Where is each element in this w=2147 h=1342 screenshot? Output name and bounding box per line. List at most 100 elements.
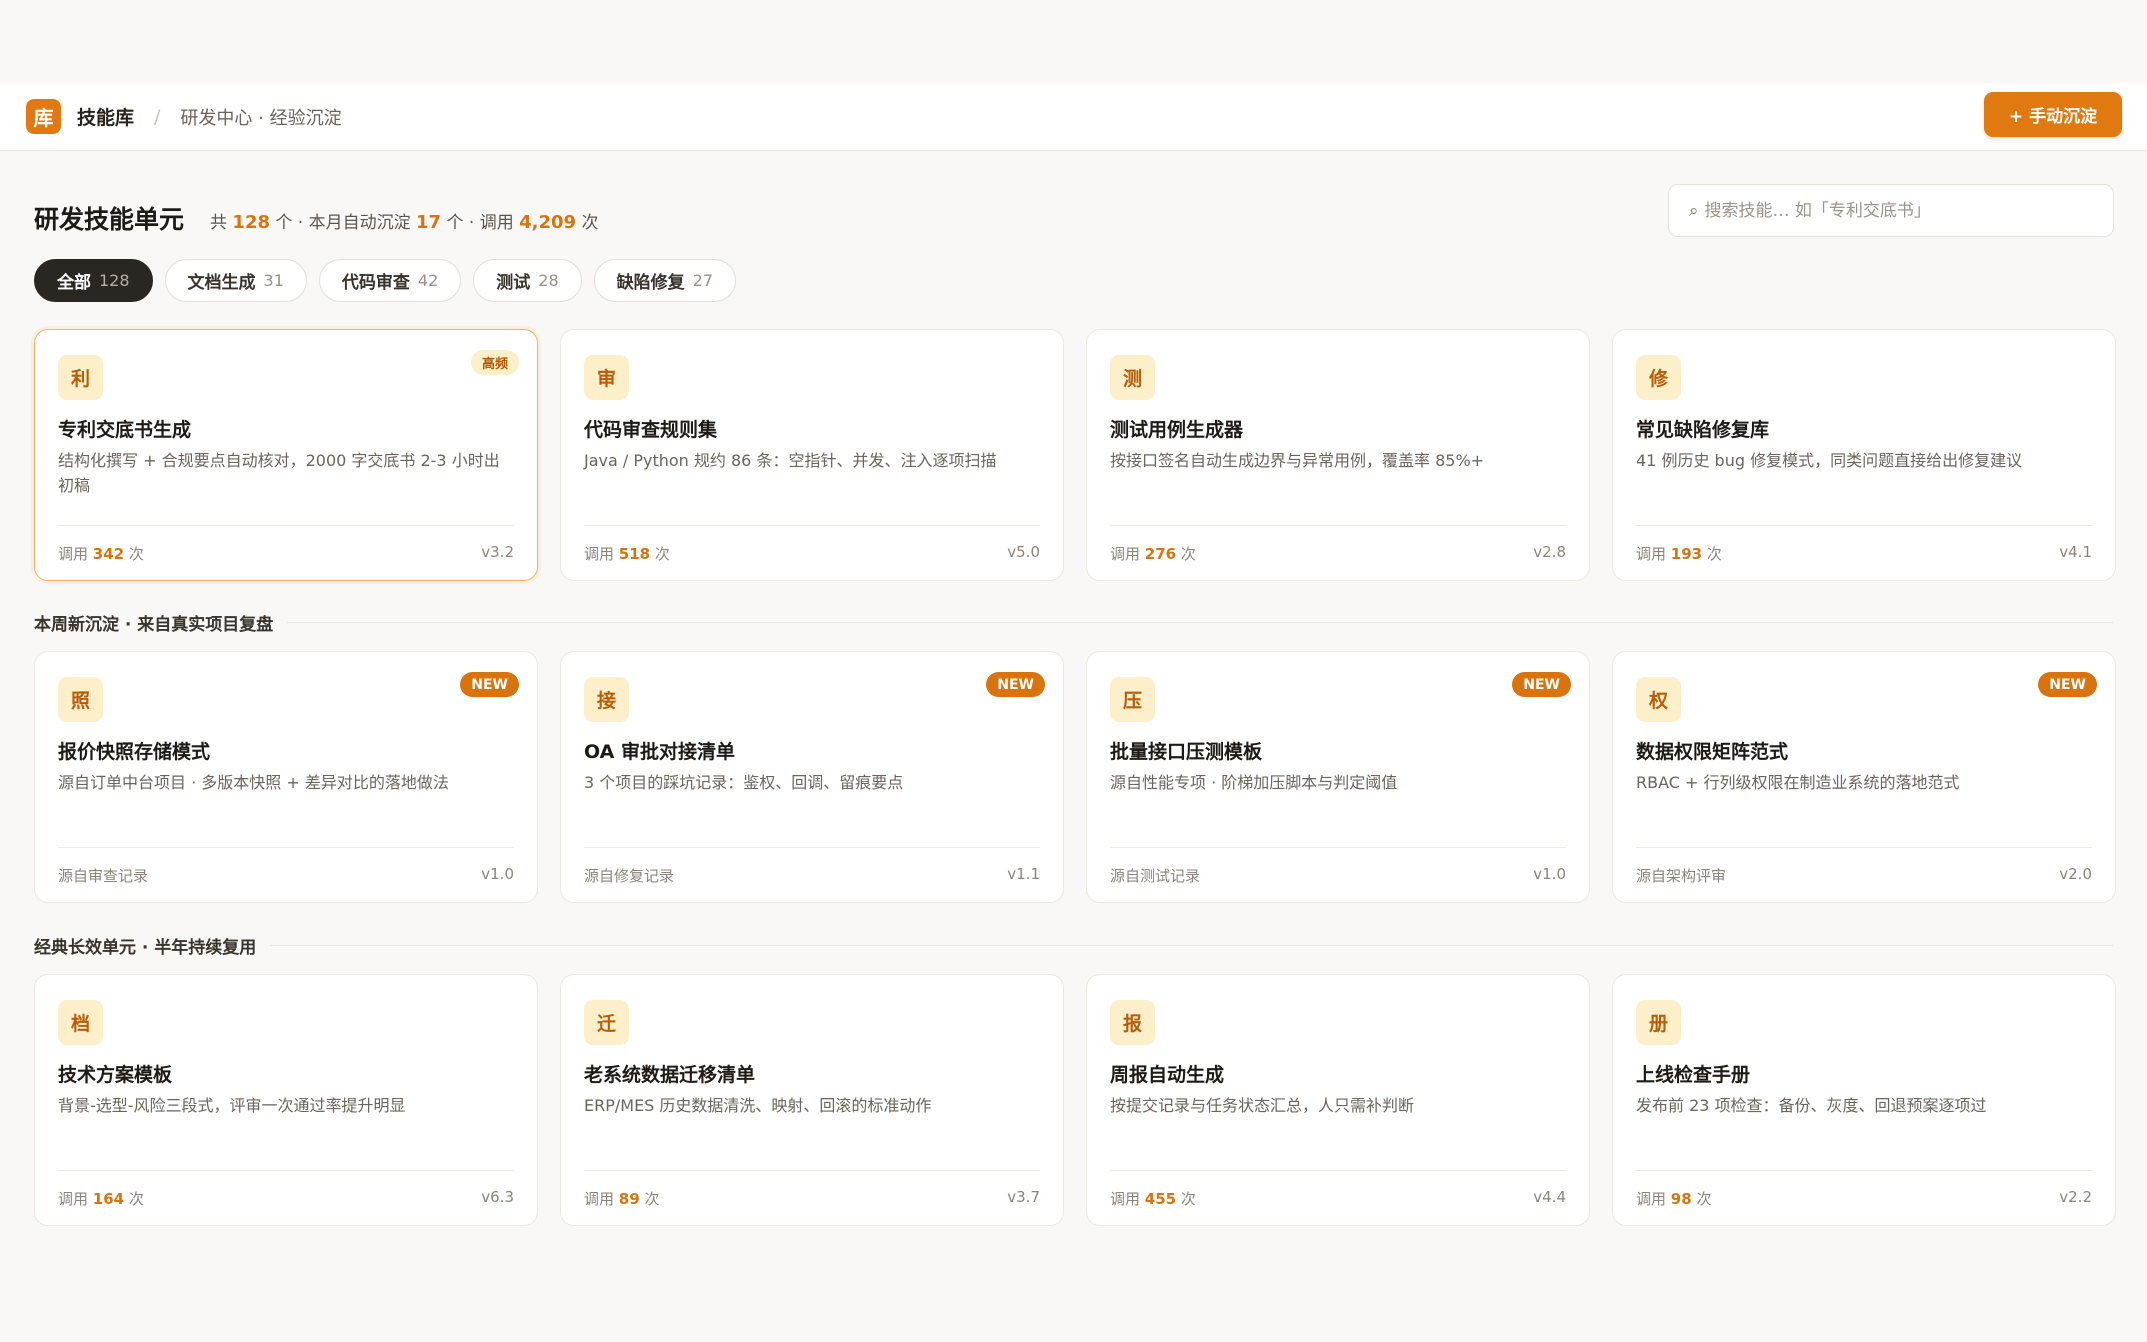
section-new-week: 本周新沉淀 · 来自真实项目复盘	[34, 610, 2113, 635]
card-divider	[58, 525, 514, 526]
search-icon: ⌕	[1689, 200, 1699, 221]
skill-card[interactable]: 利 高频 专利交底书生成 结构化撰写 + 合规要点自动核对，2000 字交底书 …	[34, 329, 538, 581]
source-label: 源自修复记录	[584, 867, 675, 885]
call-stats: 调用 98 次	[1636, 1190, 1712, 1208]
skill-card[interactable]: 接 NEW OA 审批对接清单 3 个项目的踩坑记录：鉴权、回调、留痕要点 源自…	[560, 651, 1064, 903]
version-label: v4.4	[1533, 1188, 1566, 1206]
skill-desc: 按接口签名自动生成边界与异常用例，覆盖率 85%+	[1110, 451, 1485, 470]
card-divider	[1636, 525, 2092, 526]
skill-card[interactable]: 压 NEW 批量接口压测模板 源自性能专项 · 阶梯加压脚本与判定阈值 源自测试…	[1086, 651, 1590, 903]
version-label: v1.1	[1007, 865, 1040, 883]
filter-bugfix[interactable]: 缺陷修复 27	[593, 259, 736, 302]
section-divider	[287, 621, 2113, 623]
card-divider	[58, 1170, 514, 1171]
app-logo: 库	[26, 99, 61, 134]
manual-deposit-button[interactable]: + 手动沉淀	[1984, 92, 2122, 137]
skill-card[interactable]: 档 技术方案模板 背景-选型-风险三段式，评审一次通过率提升明显 调用 164 …	[34, 974, 538, 1226]
skill-icon: 册	[1636, 1000, 1681, 1045]
top-bar: 库 技能库 / 研发中心 · 经验沉淀 + 手动沉淀	[0, 83, 2147, 151]
top-skills-grid: 利 高频 专利交底书生成 结构化撰写 + 合规要点自动核对，2000 字交底书 …	[34, 329, 2116, 581]
new-badge: NEW	[460, 672, 519, 697]
skill-desc: 结构化撰写 + 合规要点自动核对，2000 字交底书 2-3 小时出初稿	[58, 451, 500, 495]
skill-card[interactable]: 迁 老系统数据迁移清单 ERP/MES 历史数据清洗、映射、回滚的标准动作 调用…	[560, 974, 1064, 1226]
search-box[interactable]: ⌕	[1668, 184, 2114, 237]
version-label: v2.2	[2059, 1188, 2092, 1206]
skill-name: 数据权限矩阵范式	[1636, 741, 1789, 763]
skill-desc: Java / Python 规约 86 条：空指针、并发、注入逐项扫描	[584, 451, 997, 470]
skill-desc: 按提交记录与任务状态汇总，人只需补判断	[1110, 1096, 1415, 1115]
version-label: v3.7	[1007, 1188, 1040, 1206]
filter-code-review[interactable]: 代码审查 42	[318, 259, 462, 302]
version-label: v5.0	[1007, 543, 1040, 561]
skill-desc: 41 例历史 bug 修复模式，同类问题直接给出修复建议	[1636, 451, 2023, 470]
version-label: v4.1	[2059, 543, 2092, 561]
section-divider	[270, 944, 2113, 946]
skill-icon: 修	[1636, 355, 1681, 400]
skill-card[interactable]: 权 NEW 数据权限矩阵范式 RBAC + 行列级权限在制造业系统的落地范式 源…	[1612, 651, 2116, 903]
call-stats: 调用 193 次	[1636, 545, 1722, 563]
skill-card[interactable]: 册 上线检查手册 发布前 23 项检查：备份、灰度、回退预案逐项过 调用 98 …	[1612, 974, 2116, 1226]
skill-icon: 接	[584, 677, 629, 722]
card-divider	[1110, 1170, 1566, 1171]
call-stats: 调用 89 次	[584, 1190, 660, 1208]
skill-card[interactable]: 报 周报自动生成 按提交记录与任务状态汇总，人只需补判断 调用 455 次 v4…	[1086, 974, 1590, 1226]
new-badge: NEW	[986, 672, 1045, 697]
version-label: v1.0	[1533, 865, 1566, 883]
skill-icon: 权	[1636, 677, 1681, 722]
skill-desc: ERP/MES 历史数据清洗、映射、回滚的标准动作	[584, 1096, 932, 1115]
skill-desc: 发布前 23 项检查：备份、灰度、回退预案逐项过	[1636, 1096, 1987, 1115]
filter-test[interactable]: 测试 28	[473, 259, 582, 302]
card-divider	[584, 847, 1040, 848]
version-label: v2.8	[1533, 543, 1566, 561]
summary-stats: 共 128 个 · 本月自动沉淀 17 个 · 调用 4,209 次	[210, 212, 599, 233]
calls-count: 4,209	[519, 212, 577, 233]
call-stats: 调用 518 次	[584, 545, 670, 563]
skill-desc: RBAC + 行列级权限在制造业系统的落地范式	[1636, 773, 1960, 792]
card-divider	[1636, 847, 2092, 848]
call-stats: 调用 342 次	[58, 545, 144, 563]
call-stats: 调用 164 次	[58, 1190, 144, 1208]
version-label: v3.2	[481, 543, 514, 561]
skill-desc: 源自性能专项 · 阶梯加压脚本与判定阈值	[1110, 773, 1398, 792]
skill-icon: 测	[1110, 355, 1155, 400]
version-label: v6.3	[481, 1188, 514, 1206]
skill-name: 测试用例生成器	[1110, 419, 1244, 441]
skill-icon: 报	[1110, 1000, 1155, 1045]
source-label: 源自审查记录	[58, 867, 149, 885]
skill-name: 专利交底书生成	[58, 419, 192, 441]
total-count: 128	[232, 212, 270, 233]
skill-icon: 照	[58, 677, 103, 722]
card-divider	[58, 847, 514, 848]
filter-doc-gen[interactable]: 文档生成 31	[164, 259, 307, 302]
skill-icon: 压	[1110, 677, 1155, 722]
card-divider	[584, 525, 1040, 526]
filter-tabs: 全部 128 文档生成 31 代码审查 42 测试 28 缺陷修复 27	[34, 259, 736, 302]
skill-name: 上线检查手册	[1636, 1064, 1751, 1086]
skill-icon: 利	[58, 355, 103, 400]
skill-desc: 源自订单中台项目 · 多版本快照 + 差异对比的落地做法	[58, 773, 449, 792]
page-title: 研发技能单元	[34, 205, 185, 234]
skill-name: OA 审批对接清单	[584, 741, 735, 763]
skill-name: 批量接口压测模板	[1110, 741, 1263, 763]
skill-name: 代码审查规则集	[584, 419, 718, 441]
skill-card[interactable]: 修 常见缺陷修复库 41 例历史 bug 修复模式，同类问题直接给出修复建议 调…	[1612, 329, 2116, 581]
breadcrumb[interactable]: 研发中心 · 经验沉淀	[180, 104, 341, 130]
filter-all[interactable]: 全部 128	[34, 259, 153, 302]
card-divider	[1636, 1170, 2092, 1171]
skill-card[interactable]: 测 测试用例生成器 按接口签名自动生成边界与异常用例，覆盖率 85%+ 调用 2…	[1086, 329, 1590, 581]
high-frequency-badge: 高频	[470, 350, 519, 375]
skill-card[interactable]: 照 NEW 报价快照存储模式 源自订单中台项目 · 多版本快照 + 差异对比的落…	[34, 651, 538, 903]
search-input[interactable]	[1704, 200, 2113, 221]
call-stats: 调用 276 次	[1110, 545, 1196, 563]
app-title[interactable]: 技能库	[77, 103, 134, 130]
section-classic: 经典长效单元 · 半年持续复用	[34, 933, 2113, 958]
skill-desc: 3 个项目的踩坑记录：鉴权、回调、留痕要点	[584, 773, 904, 792]
skill-icon: 档	[58, 1000, 103, 1045]
page-heading: 研发技能单元 共 128 个 · 本月自动沉淀 17 个 · 调用 4,209 …	[34, 200, 598, 236]
new-skills-grid: 照 NEW 报价快照存储模式 源自订单中台项目 · 多版本快照 + 差异对比的落…	[34, 651, 2116, 903]
skill-name: 常见缺陷修复库	[1636, 419, 1770, 441]
skill-card[interactable]: 审 代码审查规则集 Java / Python 规约 86 条：空指针、并发、注…	[560, 329, 1064, 581]
classic-skills-grid: 档 技术方案模板 背景-选型-风险三段式，评审一次通过率提升明显 调用 164 …	[34, 974, 2116, 1226]
source-label: 源自架构评审	[1636, 867, 1727, 885]
skill-icon: 审	[584, 355, 629, 400]
